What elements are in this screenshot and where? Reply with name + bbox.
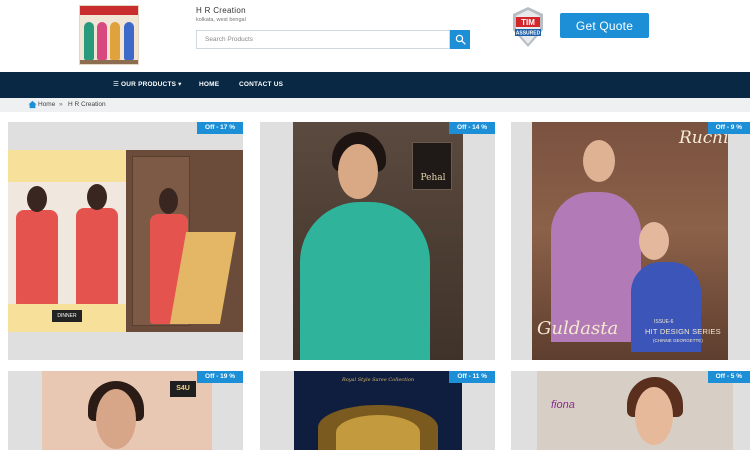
product-image-bg [8,150,126,182]
discount-badge: Off - 17 % [197,122,243,134]
product-brand-label: Pehal [412,142,452,190]
model-face [639,222,669,260]
model-face [96,389,136,449]
model-head [159,188,178,214]
product-brand-text: Pehal [420,173,446,183]
main-nav: ☰ OUR PRODUCTS ▾ HOME CONTACT US [0,72,750,98]
search-button[interactable] [450,30,470,49]
product-card[interactable]: DINNER Off - 17 % [8,122,243,360]
site-header: H R Creation kolkata, west bengal TIM AS… [0,0,750,72]
discount-badge: Off - 9 % [707,122,750,134]
product-collection-title: Guldasta [537,318,619,339]
product-series: HIT DESIGN SERIES [645,327,721,336]
search-input[interactable] [196,30,450,49]
product-caption: Royal Style Saree Collection [341,377,415,383]
logo-foot [80,60,138,64]
discount-badge: Off - 19 % [197,371,243,383]
logo-figure [97,22,107,60]
model-head [27,186,47,212]
logo-figure [84,22,94,60]
product-card[interactable]: Pehal Off - 14 % [260,122,495,360]
product-card[interactable]: S4U Off - 19 % [8,371,243,450]
product-card[interactable]: Royal Style Saree Collection Off - 11 % [260,371,495,450]
nav-our-products[interactable]: ☰ OUR PRODUCTS ▾ [113,72,182,98]
nav-contact-us[interactable]: CONTACT US [239,72,283,98]
product-brand-tag: DINNER [52,310,82,322]
logo-figure [124,22,134,60]
model-figure [76,208,118,306]
discount-badge: Off - 5 % [707,371,750,383]
nav-home[interactable]: HOME [199,72,219,98]
breadcrumb-separator: » [59,101,63,108]
tim-assured-badge: TIM ASSURED [510,6,546,48]
model-face [583,140,615,182]
company-location: kolkata, west bengal [196,17,246,23]
model-face [338,144,378,199]
search-icon [455,34,466,45]
discount-badge: Off - 11 % [449,371,495,383]
model-head [87,184,107,210]
breadcrumb-home-link[interactable]: Home [38,100,55,110]
product-fabric: (CHINNE GEORGETTE) [653,338,703,343]
product-card[interactable]: Ruchi Guldasta ISSUE-6 HIT DESIGN SERIES… [511,122,750,360]
model-figure [16,210,58,306]
breadcrumb-current: H R Creation [68,101,106,108]
product-brand-text: S4U [170,381,196,397]
saree-shape [300,202,430,360]
model-face [635,387,673,445]
badge-line1: TIM [521,18,535,27]
ornament-frame [336,415,420,450]
product-card[interactable]: fiona Off - 5 % [511,371,750,450]
logo-band [80,6,138,15]
get-quote-button[interactable]: Get Quote [560,13,649,38]
discount-badge: Off - 14 % [449,122,495,134]
company-name[interactable]: H R Creation [196,6,246,15]
breadcrumb: Home » H R Creation [0,98,750,112]
product-issue: ISSUE-6 [654,319,674,325]
product-brand-text: fiona [551,399,575,411]
company-logo[interactable] [79,5,139,65]
home-icon [28,100,37,109]
logo-figure [110,22,120,60]
badge-line2: ASSURED [516,31,541,37]
